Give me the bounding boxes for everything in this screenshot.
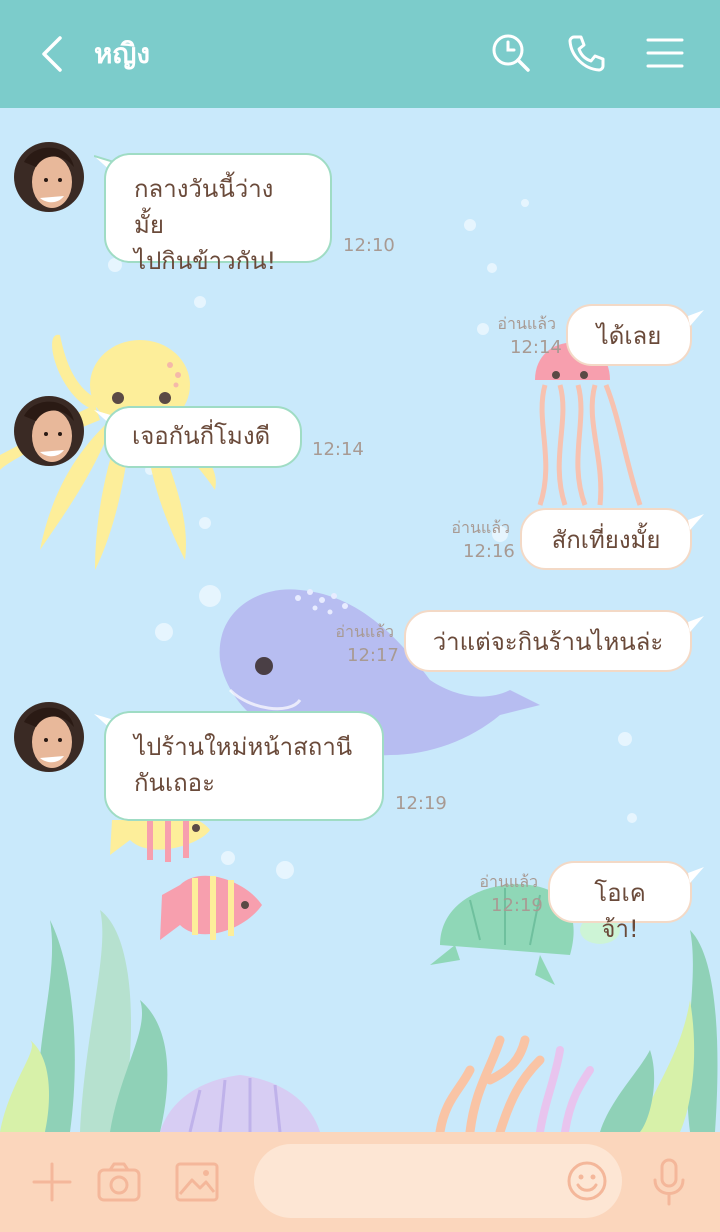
incoming-message-bubble[interactable]: กลางวันนี้ว่างมั้ย ไปกินข้าวกัน!: [104, 153, 332, 275]
read-receipt: อ่านแล้ว: [479, 872, 538, 891]
message-time: 12:19: [395, 793, 447, 814]
bubble-tail: [688, 514, 704, 530]
message-time: 12:14: [312, 439, 364, 460]
avatar-photo: [14, 702, 84, 772]
avatar-photo: [14, 142, 84, 212]
chat-title[interactable]: หญิง: [94, 34, 150, 74]
contact-avatar[interactable]: [14, 142, 84, 212]
bubble-tail: [688, 616, 704, 632]
incoming-message-bubble[interactable]: เจอกันกี่โมงดี: [104, 406, 302, 468]
outgoing-message-bubble[interactable]: ได้เลย: [566, 304, 692, 366]
message-text: ว่าแต่จะกินร้านไหนล่ะ: [432, 628, 664, 656]
incoming-message-bubble[interactable]: ไปร้านใหม่หน้าสถานี กันเถอะ: [104, 711, 384, 821]
fish-illustration: [110, 808, 262, 940]
message-text-line: กันเถอะ: [134, 769, 215, 797]
message-time: 12:16: [463, 541, 515, 562]
message-time: 12:19: [491, 895, 543, 916]
camera-icon[interactable]: [96, 1160, 142, 1204]
message-text: ได้เลย: [596, 322, 662, 350]
microphone-icon[interactable]: [650, 1158, 688, 1206]
message-text: เจอกันกี่โมงดี: [132, 422, 271, 450]
message-time: 12:10: [343, 235, 395, 256]
read-receipt: อ่านแล้ว: [451, 518, 510, 537]
back-icon[interactable]: [34, 34, 74, 74]
coral-illustration: [160, 1035, 594, 1132]
clock-search-icon[interactable]: [490, 32, 532, 74]
outgoing-message-bubble[interactable]: โอเคจ้า!: [548, 861, 692, 943]
message-text: สักเที่ยงมั้ย: [551, 526, 661, 554]
message-text-line: กลางวันนี้ว่างมั้ย: [134, 175, 274, 239]
read-receipt: อ่านแล้ว: [335, 622, 394, 641]
avatar-photo: [14, 396, 84, 466]
input-toolbar: [0, 1132, 720, 1232]
bubble-tail: [688, 867, 704, 883]
message-text: โอเคจ้า!: [594, 879, 646, 943]
message-list[interactable]: กลางวันนี้ว่างมั้ย ไปกินข้าวกัน! 12:10 อ…: [0, 108, 720, 1132]
contact-avatar[interactable]: [14, 702, 84, 772]
jellyfish-illustration: [535, 342, 643, 506]
phone-icon[interactable]: [566, 32, 608, 74]
message-time: 12:17: [347, 645, 399, 666]
message-text-line: ไปร้านใหม่หน้าสถานี: [134, 733, 353, 761]
outgoing-message-bubble[interactable]: สักเที่ยงมั้ย: [520, 508, 692, 570]
contact-avatar[interactable]: [14, 396, 84, 466]
message-time: 12:14: [510, 337, 562, 358]
image-icon[interactable]: [174, 1160, 220, 1204]
plus-icon[interactable]: [30, 1160, 74, 1204]
chat-header: หญิง: [0, 0, 720, 108]
emoji-icon[interactable]: [566, 1160, 608, 1202]
message-text-line: ไปกินข้าวกัน!: [134, 247, 277, 275]
chat-screen: หญิง กลางวันนี้ว่างมั้ย ไปกินข้าวกัน! 12…: [0, 0, 720, 1232]
read-receipt: อ่านแล้ว: [497, 314, 556, 333]
bubble-tail: [688, 310, 704, 326]
outgoing-message-bubble[interactable]: ว่าแต่จะกินร้านไหนล่ะ: [404, 610, 692, 672]
menu-icon[interactable]: [644, 32, 686, 74]
